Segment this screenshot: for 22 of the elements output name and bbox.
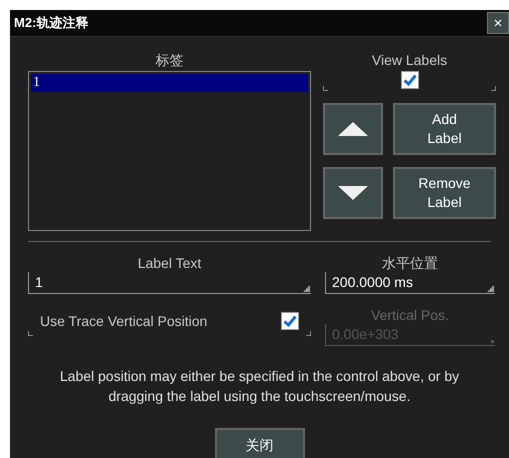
move-down-button[interactable] bbox=[323, 167, 383, 219]
move-up-button[interactable] bbox=[323, 103, 383, 155]
list-heading: 标签 bbox=[156, 51, 184, 69]
input-field[interactable]: 1 bbox=[28, 272, 311, 294]
up-triangle-icon bbox=[338, 122, 368, 136]
checkbox[interactable] bbox=[281, 312, 299, 330]
use-trace-vertical-label: Use Trace Vertical Position bbox=[40, 312, 208, 330]
field-label: 水平位置 bbox=[382, 254, 438, 272]
list-item[interactable]: 1 bbox=[31, 74, 308, 92]
label-action-button[interactable]: Add Label bbox=[393, 103, 496, 155]
input-field[interactable]: 200.0000 ms bbox=[325, 272, 495, 294]
label-action-button[interactable]: Remove Label bbox=[393, 167, 496, 219]
view-labels-label: View Labels bbox=[372, 51, 448, 69]
close-button[interactable]: × bbox=[487, 12, 509, 34]
field-label: Vertical Pos. bbox=[371, 306, 449, 324]
close-dialog-button[interactable]: 关闭 bbox=[214, 428, 304, 458]
checkbox[interactable] bbox=[400, 71, 418, 89]
window-title: M2:轨迹注释 bbox=[13, 14, 88, 32]
down-triangle-icon bbox=[338, 186, 368, 200]
field-label: Label Text bbox=[138, 254, 202, 272]
labels-list[interactable]: 1 bbox=[28, 71, 311, 231]
help-text: Label position may either be specified in the control above, or by dragging the label using the touchscreen/mouse. bbox=[58, 367, 460, 406]
